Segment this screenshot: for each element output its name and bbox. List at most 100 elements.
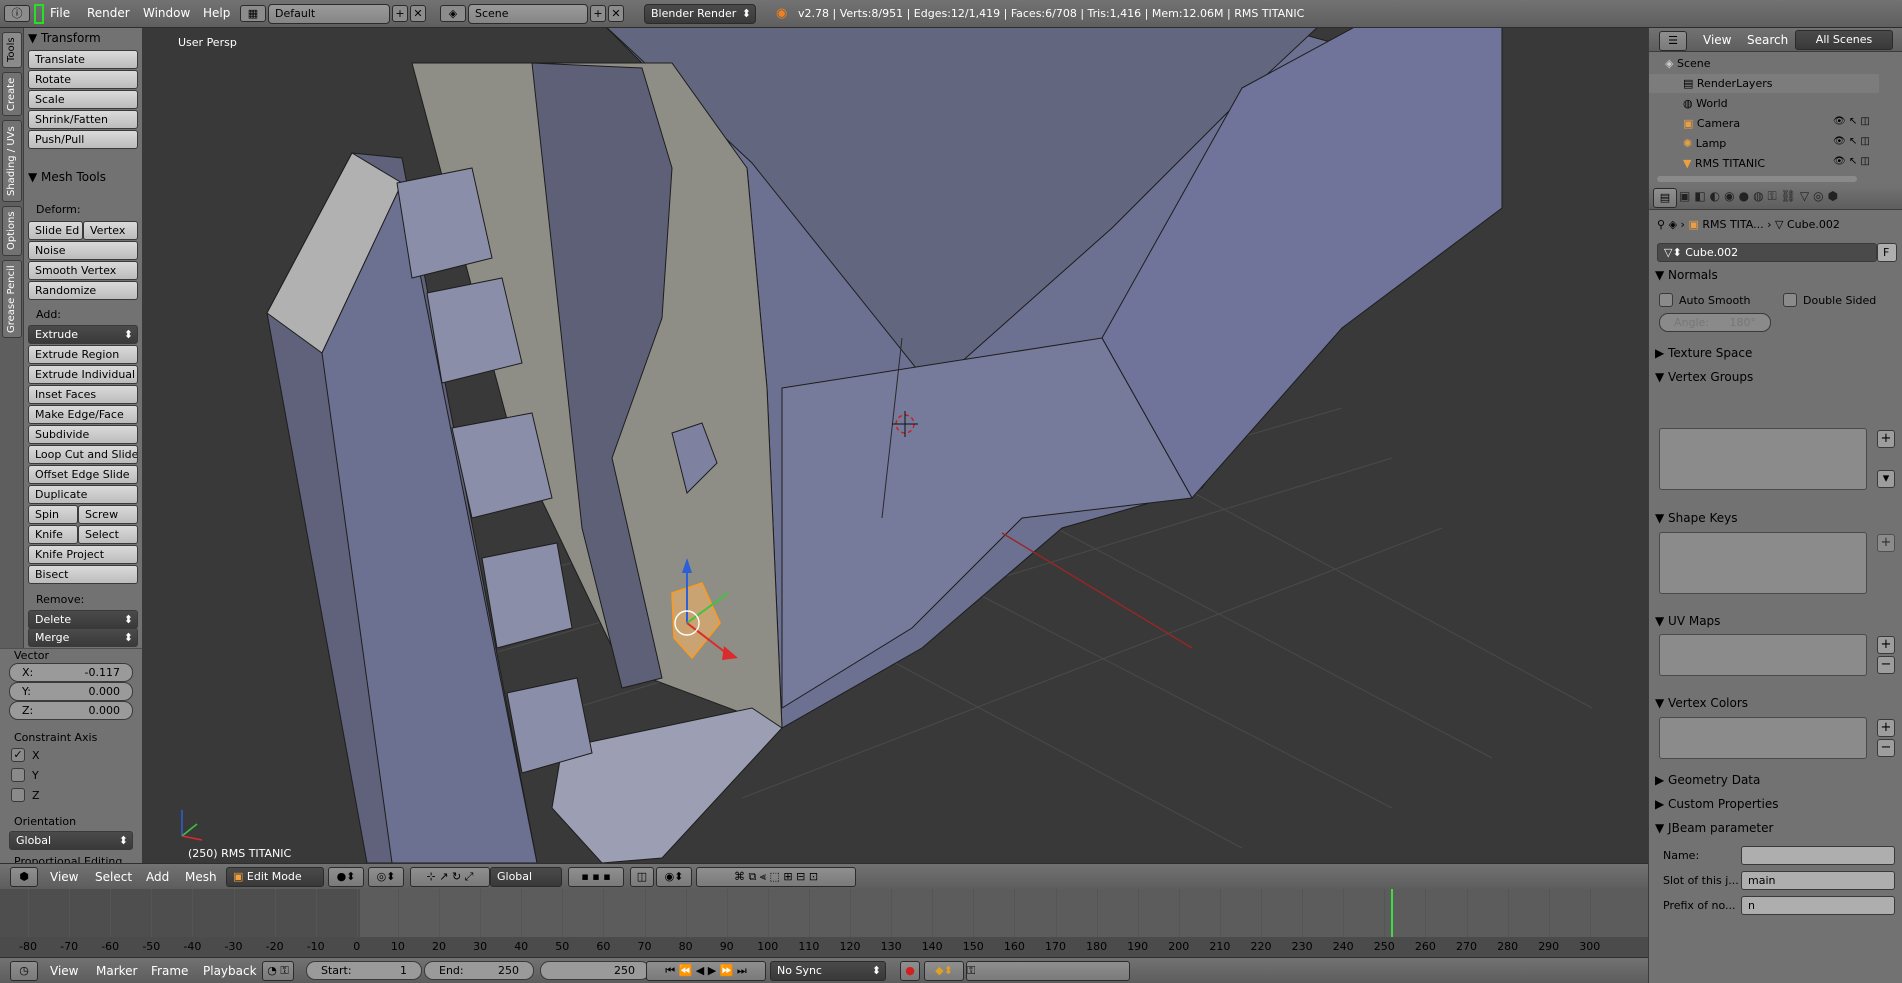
uv-maps-panel-title[interactable]: ▼ UV Maps xyxy=(1655,614,1720,628)
add-uv-map-button[interactable]: + xyxy=(1877,636,1895,654)
menu-render[interactable]: Render xyxy=(87,6,130,20)
keyframe-type-dropdown[interactable]: ◆⬍ xyxy=(924,961,964,981)
subdivide-button[interactable]: Subdivide xyxy=(28,425,138,444)
remove-uv-map-button[interactable]: − xyxy=(1877,656,1895,674)
pin-icon[interactable]: ⚲ xyxy=(1657,218,1665,231)
knife-button[interactable]: Knife xyxy=(28,525,78,544)
mesh-tools-panel-title[interactable]: ▼ Mesh Tools xyxy=(28,170,106,184)
vertex-group-menu-button[interactable]: ▾ xyxy=(1877,470,1895,488)
delete-layout-icon[interactable]: ✕ xyxy=(410,5,426,22)
constraint-x-checkbox[interactable]: ✓ xyxy=(11,748,25,762)
vector-z-field[interactable]: Z: 0.000 xyxy=(9,701,133,720)
outliner-editor-icon[interactable]: ☰ xyxy=(1659,31,1687,51)
render-engine-selector[interactable]: Blender Render ⬍ xyxy=(644,4,756,24)
make-edge-face-button[interactable]: Make Edge/Face xyxy=(28,405,138,424)
manipulator-buttons[interactable]: ⊹ ↗ ↻ ⤢ xyxy=(410,867,490,887)
delete-scene-icon[interactable]: ✕ xyxy=(608,5,624,22)
angle-field[interactable]: Angle: 180° xyxy=(1659,313,1771,332)
current-frame-cursor[interactable] xyxy=(1391,889,1393,937)
tab-create[interactable]: Create xyxy=(2,72,22,116)
visibility-icons-lamp[interactable]: 👁 ↖ ◫ xyxy=(1833,136,1870,147)
tab-tools[interactable]: Tools xyxy=(2,32,22,68)
loop-cut-slide-button[interactable]: Loop Cut and Slide xyxy=(28,445,138,464)
add-scene-icon[interactable]: + xyxy=(590,5,606,22)
editor-type-icon[interactable]: ◷ xyxy=(10,961,38,981)
screen-layout-icon[interactable]: ▦ xyxy=(240,5,266,22)
jbeam-panel-title[interactable]: ▼ JBeam parameter xyxy=(1655,821,1773,835)
offset-edge-slide-button[interactable]: Offset Edge Slide xyxy=(28,465,138,484)
noise-button[interactable]: Noise xyxy=(28,241,138,260)
menu-help[interactable]: Help xyxy=(203,6,230,20)
screw-button[interactable]: Screw xyxy=(78,505,138,524)
shape-keys-list[interactable] xyxy=(1659,532,1867,594)
sync-mode-dropdown[interactable]: No Sync ⬍ xyxy=(770,961,886,981)
scene-selector[interactable]: Scene xyxy=(468,4,588,24)
texture-space-panel-title[interactable]: ▶ Texture Space xyxy=(1655,346,1752,360)
constraint-y-checkbox[interactable] xyxy=(11,768,25,782)
custom-properties-panel-title[interactable]: ▶ Custom Properties xyxy=(1655,797,1778,811)
extrude-dropdown[interactable]: Extrude ⬍ xyxy=(28,325,138,344)
uv-maps-list[interactable] xyxy=(1659,634,1867,676)
vertex-colors-panel-title[interactable]: ▼ Vertex Colors xyxy=(1655,696,1748,710)
geometry-data-panel-title[interactable]: ▶ Geometry Data xyxy=(1655,773,1760,787)
menu-marker[interactable]: Marker xyxy=(96,964,137,978)
info-editor-icon[interactable]: ⓘ xyxy=(4,5,30,22)
duplicate-button[interactable]: Duplicate xyxy=(28,485,138,504)
fake-user-button[interactable]: F xyxy=(1877,243,1897,262)
shape-keys-panel-title[interactable]: ▼ Shape Keys xyxy=(1655,511,1737,525)
add-vertex-color-button[interactable]: + xyxy=(1877,719,1895,737)
add-shape-key-button[interactable]: + xyxy=(1877,534,1895,552)
end-frame-field[interactable]: End: 250 xyxy=(424,961,534,980)
extrude-region-button[interactable]: Extrude Region xyxy=(28,345,138,364)
double-sided-checkbox[interactable] xyxy=(1783,293,1797,307)
menu-view[interactable]: View xyxy=(50,870,78,884)
start-frame-field[interactable]: Start: 1 xyxy=(306,961,422,980)
outliner-item-renderlayers[interactable]: ▤ RenderLayers xyxy=(1649,74,1879,93)
orientation-dropdown[interactable]: Global ⬍ xyxy=(9,831,133,850)
outliner-item-scene[interactable]: ◈ Scene xyxy=(1649,54,1879,73)
menu-playback[interactable]: Playback xyxy=(203,964,257,978)
limit-selection-icon[interactable]: ◫ xyxy=(630,867,654,887)
menu-mesh[interactable]: Mesh xyxy=(185,870,217,884)
record-button[interactable]: ● xyxy=(900,961,920,981)
scale-button[interactable]: Scale xyxy=(28,90,138,109)
timeline[interactable]: -80 -70 -60 -50 -40 -30 -20 -10 0 10 20 30 40 50 60 70 8… xyxy=(0,889,1648,957)
slide-vertex-button[interactable]: Vertex xyxy=(83,221,138,240)
playback-controls[interactable]: ⏮ ⏪ ◀ ▶ ⏩ ⏭ xyxy=(646,961,766,981)
scene-icon[interactable]: ◈ xyxy=(440,5,466,22)
vector-y-field[interactable]: Y: 0.000 xyxy=(9,682,133,701)
pivot-point-dropdown[interactable]: ◎⬍ xyxy=(368,867,404,887)
jbeam-slot-field[interactable]: main xyxy=(1741,871,1895,890)
keying-set-field[interactable]: ⚿ xyxy=(966,961,1130,981)
3d-viewport[interactable]: User Persp (250) RMS TITANIC xyxy=(142,28,1648,863)
bisect-button[interactable]: Bisect xyxy=(28,565,138,584)
properties-editor-icon[interactable]: ▤ xyxy=(1653,188,1677,208)
extrude-individual-button[interactable]: Extrude Individual xyxy=(28,365,138,384)
shrink-fatten-button[interactable]: Shrink/Fatten xyxy=(28,110,138,129)
vertex-groups-panel-title[interactable]: ▼ Vertex Groups xyxy=(1655,370,1753,384)
menu-select[interactable]: Select xyxy=(95,870,132,884)
vertex-colors-list[interactable] xyxy=(1659,717,1867,759)
randomize-button[interactable]: Randomize xyxy=(28,281,138,300)
add-vertex-group-button[interactable]: + xyxy=(1877,430,1895,448)
outliner-filter-dropdown[interactable]: All Scenes xyxy=(1795,30,1893,50)
vertex-groups-list[interactable] xyxy=(1659,428,1867,490)
knife-select-button[interactable]: Select xyxy=(78,525,138,544)
vector-x-field[interactable]: X: -0.117 xyxy=(9,663,133,682)
jbeam-name-field[interactable] xyxy=(1741,846,1895,865)
layout-selector[interactable]: Default xyxy=(268,4,390,24)
outliner-menu-search[interactable]: Search xyxy=(1747,33,1788,47)
knife-project-button[interactable]: Knife Project xyxy=(28,545,138,564)
rotate-button[interactable]: Rotate xyxy=(28,70,138,89)
constraint-z-checkbox[interactable] xyxy=(11,788,25,802)
menu-frame[interactable]: Frame xyxy=(151,964,188,978)
inset-faces-button[interactable]: Inset Faces xyxy=(28,385,138,404)
current-frame-field[interactable]: 250 xyxy=(540,961,650,980)
transform-panel-title[interactable]: ▼ Transform xyxy=(28,31,101,45)
jbeam-prefix-field[interactable]: n xyxy=(1741,896,1895,915)
menu-file[interactable]: File xyxy=(50,6,70,20)
visibility-icons-camera[interactable]: 👁 ↖ ◫ xyxy=(1833,116,1870,127)
slide-edge-button[interactable]: Slide Ed xyxy=(28,221,83,240)
menu-window[interactable]: Window xyxy=(143,6,190,20)
tab-options[interactable]: Options xyxy=(2,206,22,256)
